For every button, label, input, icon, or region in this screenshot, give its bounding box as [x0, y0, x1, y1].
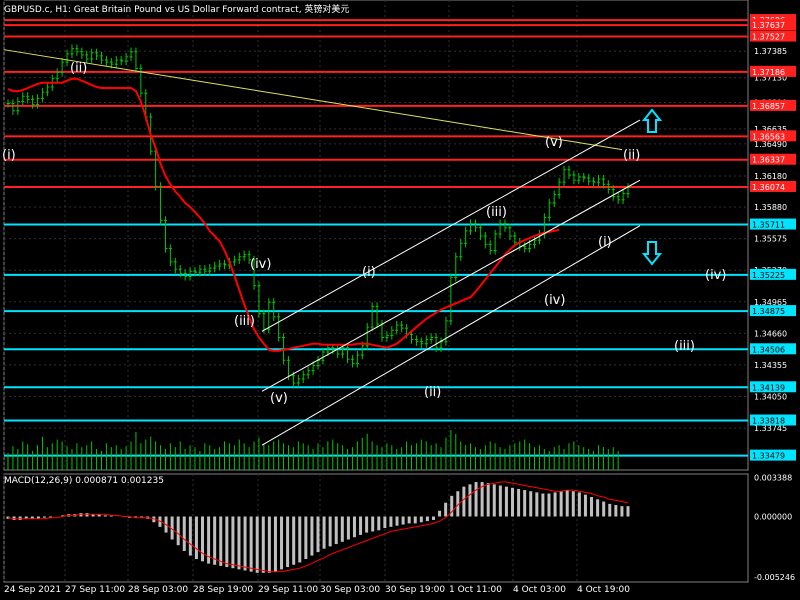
- support-level-label: 1.33479: [752, 452, 785, 461]
- wave-label: (i): [362, 265, 376, 280]
- wave-label: (v): [545, 135, 563, 150]
- channel-middle-line: [261, 179, 641, 392]
- wave-label: (i): [2, 148, 16, 163]
- wave-label: (iv): [705, 268, 726, 283]
- resistance-level-label: 1.37527: [752, 33, 785, 42]
- x-tick-label: 29 Sep 11:00: [258, 585, 318, 595]
- x-tick-label: 28 Sep 19:00: [193, 585, 253, 595]
- y-tick-label: 1.34355: [754, 361, 787, 370]
- wave-label: (iii): [674, 339, 695, 354]
- macd-y-tick-label: 0.000000: [754, 513, 792, 522]
- x-tick-label: 30 Sep 19:00: [385, 585, 445, 595]
- support-level-label: 1.34139: [752, 383, 785, 392]
- support-level-label: 1.35225: [752, 271, 785, 280]
- wave-label: (iv): [250, 257, 271, 272]
- resistance-level-label: 1.36857: [752, 102, 785, 111]
- resistance-level-label: 1.37186: [752, 68, 785, 77]
- y-tick-label: 1.34050: [754, 392, 787, 401]
- y-tick-label: 1.36180: [754, 172, 787, 181]
- support-level-label: 1.34506: [752, 345, 785, 354]
- wave-label: (iii): [486, 205, 507, 220]
- up-arrow-icon: [641, 108, 663, 133]
- price-chart: 1.376401.373851.371301.368901.366351.364…: [2, 0, 796, 595]
- y-tick-label: 1.37385: [754, 47, 787, 56]
- wave-label: (ii): [424, 385, 441, 400]
- y-tick-label: 1.35880: [754, 203, 787, 212]
- channel-lower-line: [261, 225, 641, 446]
- support-level-label: 1.33818: [752, 417, 785, 426]
- chart-title: GBPUSD.c, H1: Great Britain Pound vs US …: [4, 5, 350, 15]
- moving-average-line: [7, 77, 560, 352]
- resistance-level-label: 1.36337: [752, 156, 785, 165]
- support-level-label: 1.34875: [752, 307, 785, 316]
- wave-label: (i): [598, 235, 612, 250]
- x-tick-label: 28 Sep 03:00: [128, 585, 188, 595]
- trendline: [3, 49, 623, 151]
- down-arrow-icon: [641, 241, 663, 266]
- x-tick-label: 30 Sep 03:00: [320, 585, 380, 595]
- resistance-level-label: 1.36074: [752, 183, 785, 192]
- wave-label: (ii): [623, 148, 640, 163]
- macd-title: MACD(12,26,9) 0.000871 0.001235: [4, 476, 164, 486]
- x-tick-label: 27 Sep 11:00: [65, 585, 125, 595]
- wave-label: (ii): [70, 61, 87, 76]
- macd-y-tick-label: -0.005246: [754, 573, 795, 582]
- wave-label: (iv): [544, 293, 565, 308]
- x-tick-label: 4 Oct 03:00: [513, 585, 566, 595]
- resistance-level-label: 1.36563: [752, 132, 785, 141]
- y-tick-label: 1.35575: [754, 235, 787, 244]
- support-level-label: 1.35711: [752, 221, 785, 230]
- resistance-level-label: 1.37637: [752, 21, 785, 30]
- macd-y-tick-label: 0.003388: [754, 474, 792, 483]
- x-tick-label: 4 Oct 19:00: [577, 585, 630, 595]
- wave-label: (v): [270, 391, 288, 406]
- price-pane-frame: [3, 0, 749, 471]
- x-tick-label: 1 Oct 11:00: [449, 585, 502, 595]
- x-tick-label: 24 Sep 2021: [4, 585, 61, 595]
- y-tick-label: 1.34660: [754, 329, 787, 338]
- wave-label: (iii): [234, 314, 255, 329]
- macd-pane-frame: [3, 473, 749, 583]
